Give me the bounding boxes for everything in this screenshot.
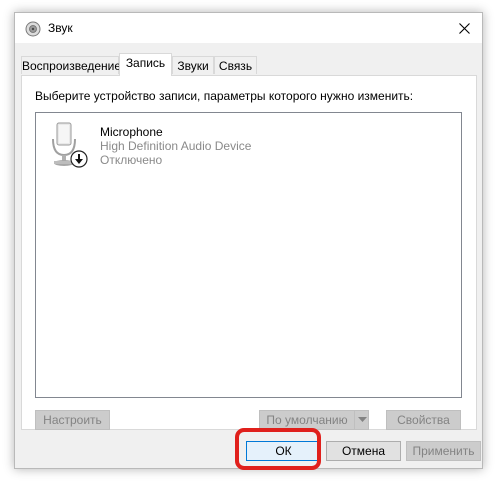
recording-panel: Выберите устройство записи, параметры ко…: [21, 75, 477, 430]
cancel-button[interactable]: Отмена: [326, 441, 401, 461]
disabled-down-arrow-icon: [70, 150, 88, 168]
configure-button[interactable]: Настроить: [35, 410, 110, 430]
title-bar: Звук: [15, 13, 482, 43]
device-list[interactable]: Microphone High Definition Audio Device …: [35, 112, 462, 398]
ok-highlight-annotation: [235, 428, 321, 470]
sound-dialog: Звук Воспроизведение Запись Звуки Связь …: [14, 12, 483, 469]
speaker-icon: [25, 21, 41, 37]
instruction-text: Выберите устройство записи, параметры ко…: [35, 89, 414, 103]
tab-sounds[interactable]: Звуки: [172, 56, 214, 74]
tab-recording[interactable]: Запись: [119, 53, 172, 76]
apply-button[interactable]: Применить: [406, 441, 481, 461]
tab-playback[interactable]: Воспроизведение: [21, 56, 121, 74]
chevron-down-icon: [358, 417, 367, 422]
set-default-dropdown-button[interactable]: [354, 410, 369, 430]
set-default-button[interactable]: По умолчанию: [259, 410, 355, 430]
device-description: High Definition Audio Device: [100, 139, 252, 153]
device-name: Microphone: [100, 125, 163, 139]
tab-communications[interactable]: Связь: [214, 56, 257, 74]
properties-button[interactable]: Свойства: [386, 410, 461, 430]
device-status: Отключено: [100, 153, 163, 167]
close-button[interactable]: [446, 13, 482, 43]
list-item[interactable]: Microphone High Definition Audio Device …: [44, 119, 344, 169]
window-title: Звук: [48, 21, 73, 35]
close-icon: [458, 22, 470, 34]
